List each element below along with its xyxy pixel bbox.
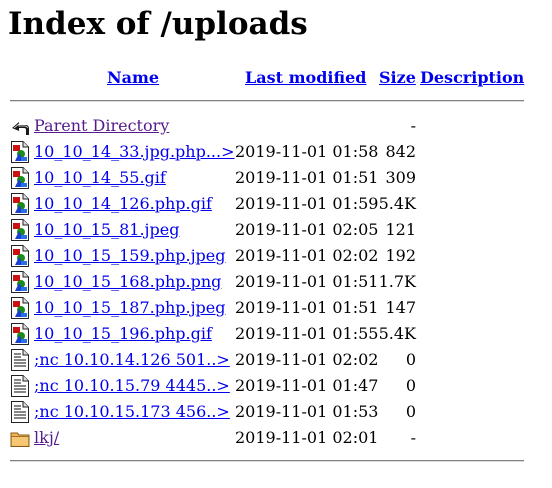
file-link[interactable]: ;nc 10.10.14.126 501..> — [34, 350, 230, 370]
file-link[interactable]: 10_10_14_126.php.gif — [34, 194, 212, 214]
text-file-icon — [10, 349, 30, 371]
file-link[interactable]: 10_10_15_159.php.jpeg — [34, 246, 226, 266]
file-link[interactable]: 10_10_15_187.php.jpeg — [34, 298, 226, 318]
table-row: 10_10_15_81.jpeg 2019-11-01 02:05 121 — [0, 216, 552, 242]
table-row: 10_10_15_159.php.jpeg 2019-11-01 02:02 192 — [0, 242, 552, 268]
sort-by-last-modified-link[interactable]: Last modified — [245, 68, 366, 88]
file-link[interactable]: 10_10_15_196.php.gif — [34, 324, 212, 344]
file-link[interactable]: 10_10_14_55.gif — [34, 168, 166, 188]
size-cell: 147 — [385, 298, 416, 317]
table-row: 10_10_14_126.php.gif 2019-11-01 01:59 5.4K — [0, 190, 552, 216]
last-modified-cell: 2019-11-01 01:51 — [235, 272, 379, 291]
table-row: lkj/2019-11-01 02:01 - — [0, 424, 552, 450]
text-file-icon — [10, 401, 30, 423]
table-row: 10_10_15_168.php.png 2019-11-01 01:51 1.7K — [0, 268, 552, 294]
last-modified-cell: 2019-11-01 01:55 — [235, 324, 379, 343]
size-cell: 5.4K — [378, 194, 416, 213]
table-row: ;nc 10.10.15.79 4445..> 2019-11-01 01:47 0 — [0, 372, 552, 398]
image-file-icon — [10, 141, 30, 163]
sort-by-description-link[interactable]: Description — [420, 68, 524, 88]
footer-divider — [10, 460, 524, 462]
file-link[interactable]: lkj/ — [34, 428, 59, 448]
image-file-icon — [10, 219, 30, 241]
size-cell: - — [410, 116, 416, 135]
image-file-icon — [10, 193, 30, 215]
file-link[interactable]: 10_10_15_168.php.png — [34, 272, 221, 292]
table-row: 10_10_15_187.php.jpeg 2019-11-01 01:51 147 — [0, 294, 552, 320]
size-cell: 1.7K — [378, 272, 416, 291]
header-divider — [10, 100, 524, 102]
size-cell: 309 — [385, 168, 416, 187]
file-link[interactable]: ;nc 10.10.15.79 4445..> — [34, 376, 230, 396]
sort-by-size-link[interactable]: Size — [379, 68, 416, 88]
image-file-icon — [10, 297, 30, 319]
parent-directory-link[interactable]: Parent Directory — [34, 116, 169, 136]
table-row: ;nc 10.10.15.173 456..> 2019-11-01 01:53 0 — [0, 398, 552, 424]
size-cell: 842 — [385, 142, 416, 161]
size-cell: 192 — [385, 246, 416, 265]
image-file-icon — [10, 271, 30, 293]
image-file-icon — [10, 167, 30, 189]
table-row: 10_10_14_33.jpg.php...> 2019-11-01 01:58 8… — [0, 138, 552, 164]
text-file-icon — [10, 375, 30, 397]
last-modified-cell: 2019-11-01 01:47 — [235, 376, 379, 395]
last-modified-cell: 2019-11-01 02:01 — [235, 428, 379, 447]
table-row: ;nc 10.10.14.126 501..> 2019-11-01 02:02 0 — [0, 346, 552, 372]
last-modified-cell: 2019-11-01 02:02 — [235, 350, 379, 369]
size-cell: - — [410, 428, 416, 447]
last-modified-cell: 2019-11-01 01:58 — [235, 142, 379, 161]
image-file-icon — [10, 323, 30, 345]
size-cell: 0 — [405, 350, 416, 369]
page-title: Index of /uploads — [8, 6, 308, 42]
size-cell: 5.4K — [378, 324, 416, 343]
folder-icon — [10, 427, 30, 449]
table-row: 10_10_15_196.php.gif 2019-11-01 01:55 5.4K — [0, 320, 552, 346]
file-link[interactable]: 10_10_14_33.jpg.php...> — [34, 142, 235, 162]
size-cell: 121 — [385, 220, 416, 239]
file-link[interactable]: 10_10_15_81.jpeg — [34, 220, 179, 240]
size-cell: 0 — [405, 376, 416, 395]
last-modified-cell: 2019-11-01 02:02 — [235, 246, 379, 265]
last-modified-cell: 2019-11-01 01:59 — [235, 194, 379, 213]
parent-directory-row: Parent Directory - — [0, 112, 552, 138]
size-cell: 0 — [405, 402, 416, 421]
back-icon — [10, 115, 30, 137]
last-modified-cell: 2019-11-01 01:53 — [235, 402, 379, 421]
last-modified-cell: 2019-11-01 01:51 — [235, 298, 379, 317]
table-row: 10_10_14_55.gif 2019-11-01 01:51 309 — [0, 164, 552, 190]
image-file-icon — [10, 245, 30, 267]
file-link[interactable]: ;nc 10.10.15.173 456..> — [34, 402, 230, 422]
last-modified-cell: 2019-11-01 02:05 — [235, 220, 379, 239]
last-modified-cell: 2019-11-01 01:51 — [235, 168, 379, 187]
sort-by-name-link[interactable]: Name — [107, 68, 159, 88]
